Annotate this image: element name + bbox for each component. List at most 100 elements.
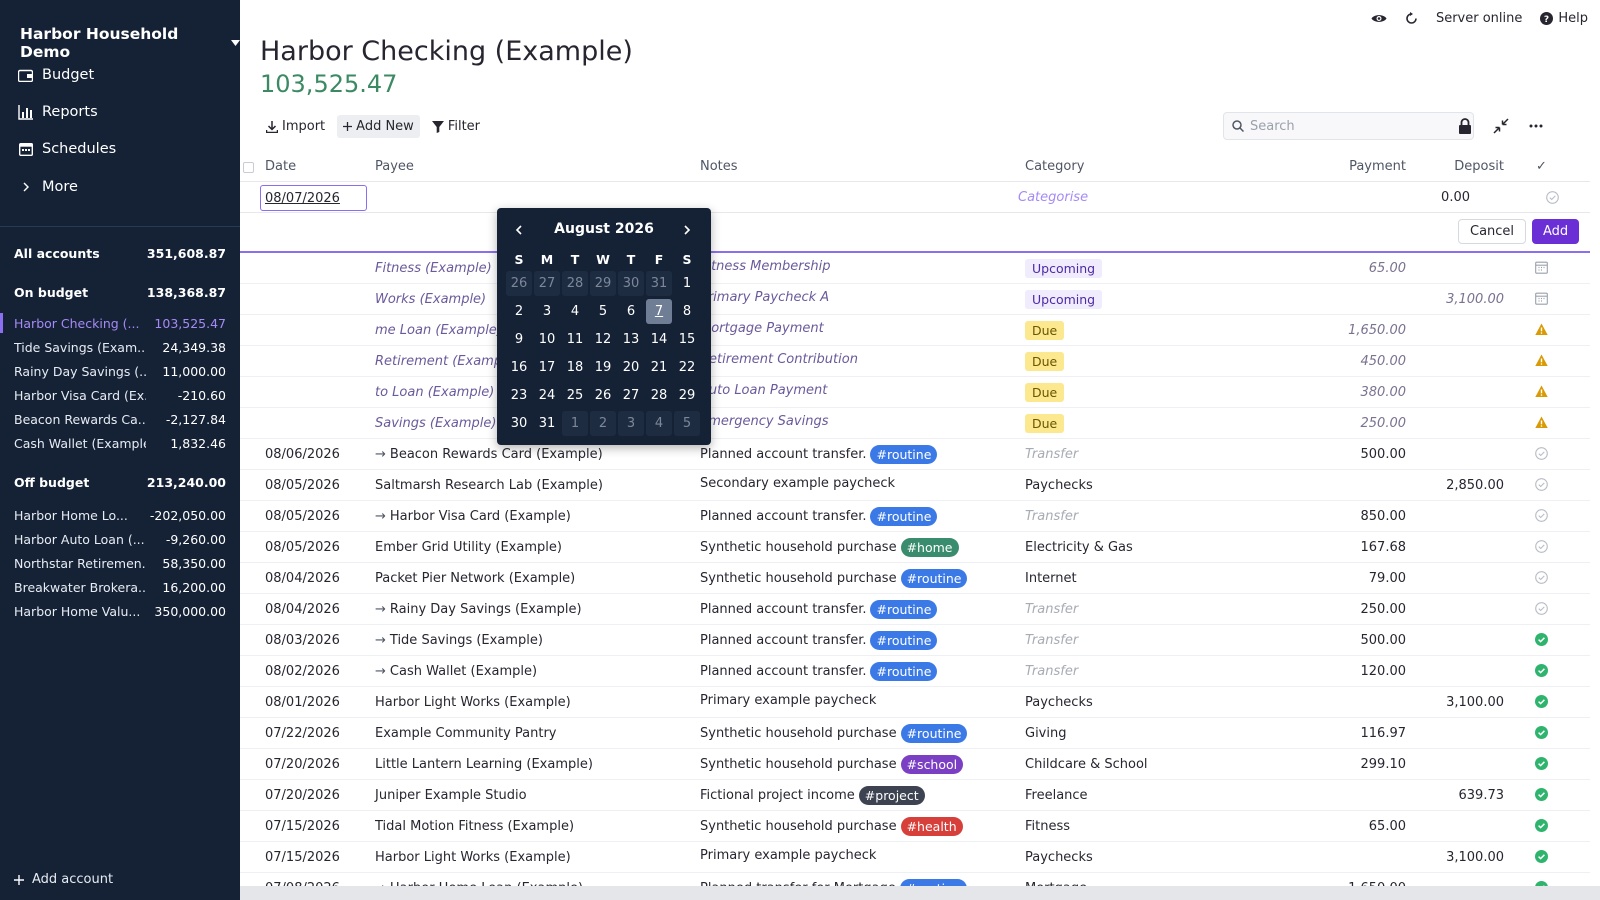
privacy-toggle[interactable]: [1371, 13, 1387, 24]
new-transaction-category[interactable]: Categorise: [1018, 190, 1088, 205]
calendar-day[interactable]: 26: [590, 383, 616, 408]
transaction-category[interactable]: Paychecks: [1025, 850, 1093, 865]
transaction-notes[interactable]: Mortgage Payment: [700, 321, 824, 336]
uncleared-icon[interactable]: [1535, 571, 1548, 584]
transaction-payee[interactable]: Harbor Light Works (Example): [375, 695, 571, 710]
transaction-payee[interactable]: Tidal Motion Fitness (Example): [375, 819, 574, 834]
table-row[interactable]: to Loan (Example) Auto Loan Payment Due 380…: [240, 377, 1590, 408]
transaction-category[interactable]: Internet: [1025, 571, 1077, 586]
calendar-icon[interactable]: [1535, 292, 1548, 305]
transaction-deposit[interactable]: 639.73: [1410, 788, 1505, 803]
transaction-date[interactable]: 07/15/2026: [265, 819, 340, 834]
filter-button[interactable]: Filter: [426, 115, 486, 138]
sidebar-account[interactable]: Harbor Visa Card (Ex... -210.60: [14, 385, 226, 405]
transaction-payee[interactable]: Harbor Light Works (Example): [375, 850, 571, 865]
calendar-day[interactable]: 25: [562, 383, 588, 408]
transaction-payee[interactable]: Savings (Example): [375, 416, 496, 431]
transaction-date[interactable]: 07/20/2026: [265, 788, 340, 803]
all-accounts[interactable]: All accounts 351,608.87: [14, 243, 226, 263]
transaction-notes[interactable]: Emergency Savings: [700, 414, 828, 429]
cleared-icon[interactable]: [1535, 788, 1548, 801]
calendar-day[interactable]: 23: [506, 383, 532, 408]
transaction-notes[interactable]: Synthetic household purchase #routine: [700, 724, 968, 743]
select-all-checkbox[interactable]: [243, 162, 254, 173]
sidebar-account[interactable]: Harbor Checking (... 103,525.47: [14, 313, 226, 333]
table-row[interactable]: Savings (Example) Emergency Savings Due 250…: [240, 408, 1590, 439]
account-title[interactable]: Harbor Checking (Example): [260, 36, 633, 67]
transaction-payee[interactable]: Juniper Example Studio: [375, 788, 527, 803]
search-box[interactable]: [1223, 112, 1474, 140]
transaction-payment[interactable]: 167.68: [1270, 540, 1407, 555]
transaction-payee[interactable]: → Rainy Day Savings (Example): [375, 602, 582, 617]
transaction-payee[interactable]: Example Community Pantry: [375, 726, 557, 741]
transaction-payee[interactable]: Packet Pier Network (Example): [375, 571, 575, 586]
transaction-payee[interactable]: → Cash Wallet (Example): [375, 664, 537, 679]
cleared-icon[interactable]: [1535, 819, 1548, 832]
transaction-notes[interactable]: Auto Loan Payment: [700, 383, 827, 398]
table-row[interactable]: 07/22/2026 Example Community Pantry Synthe…: [240, 718, 1590, 749]
help-button[interactable]: ? Help: [1540, 11, 1588, 26]
new-transaction-date-input[interactable]: [260, 185, 367, 211]
table-row[interactable]: 08/03/2026 → Tide Savings (Example) Planned…: [240, 625, 1590, 656]
calendar-day[interactable]: 26: [506, 271, 532, 296]
calendar-day[interactable]: 28: [562, 271, 588, 296]
uncleared-icon[interactable]: [1535, 478, 1548, 491]
transaction-payment[interactable]: 250.00: [1270, 602, 1407, 617]
transaction-notes[interactable]: Primary example paycheck: [700, 848, 876, 863]
table-row[interactable]: 07/15/2026 Tidal Motion Fitness (Example)…: [240, 811, 1590, 842]
note-tag[interactable]: #routine: [870, 600, 938, 619]
lock-icon[interactable]: [1458, 118, 1474, 134]
transaction-category[interactable]: Freelance: [1025, 788, 1088, 803]
transaction-notes[interactable]: Fictional project income #project: [700, 786, 925, 805]
transaction-payment[interactable]: 500.00: [1270, 633, 1407, 648]
calendar-day-selected[interactable]: 7: [646, 299, 672, 324]
on-budget-group[interactable]: On budget 138,368.87: [14, 282, 226, 302]
transaction-category[interactable]: Due: [1025, 414, 1065, 433]
note-tag[interactable]: #home: [900, 538, 959, 557]
sidebar-account[interactable]: Harbor Home Lo... -202,050.00: [14, 505, 226, 525]
off-budget-group[interactable]: Off budget 213,240.00: [14, 472, 226, 492]
transaction-date[interactable]: 08/05/2026: [265, 478, 340, 493]
transaction-date[interactable]: 08/02/2026: [265, 664, 340, 679]
table-row[interactable]: Works (Example) Primary Paycheck A Upcomin…: [240, 284, 1590, 315]
transaction-date[interactable]: 07/20/2026: [265, 757, 340, 772]
transaction-notes[interactable]: Synthetic household purchase #school: [700, 755, 964, 774]
search-input[interactable]: [1250, 118, 1450, 134]
calendar-day[interactable]: 5: [674, 411, 700, 436]
warning-icon[interactable]: [1535, 323, 1548, 336]
transaction-payee[interactable]: Fitness (Example): [375, 261, 492, 276]
calendar-day[interactable]: 21: [646, 355, 672, 380]
transaction-category[interactable]: Upcoming: [1025, 290, 1103, 309]
table-row[interactable]: 07/20/2026 Little Lantern Learning (Examp…: [240, 749, 1590, 780]
transaction-payment[interactable]: 79.00: [1270, 571, 1406, 586]
transaction-category[interactable]: Giving: [1025, 726, 1066, 741]
note-tag[interactable]: #school: [900, 755, 964, 774]
calendar-day[interactable]: 19: [590, 355, 616, 380]
transaction-payment[interactable]: 65.00: [1270, 819, 1406, 834]
import-button[interactable]: Import: [260, 115, 331, 138]
calendar-day[interactable]: 18: [562, 355, 588, 380]
calendar-day[interactable]: 2: [506, 299, 532, 324]
transaction-date[interactable]: 08/03/2026: [265, 633, 340, 648]
warning-icon[interactable]: [1535, 385, 1548, 398]
transaction-deposit[interactable]: 3,100.00: [1410, 695, 1504, 710]
add-button[interactable]: Add: [1532, 219, 1580, 244]
transaction-payment[interactable]: 116.97: [1270, 726, 1407, 741]
calendar-day[interactable]: 9: [506, 327, 532, 352]
transaction-notes[interactable]: Planned account transfer. #routine: [700, 631, 938, 650]
calendar-day[interactable]: 12: [590, 327, 616, 352]
transaction-category[interactable]: Fitness: [1025, 819, 1070, 834]
calendar-day[interactable]: 1: [674, 271, 700, 296]
table-row[interactable]: 07/15/2026 Harbor Light Works (Example) Pr…: [240, 842, 1590, 873]
calendar-day[interactable]: 24: [534, 383, 560, 408]
more-options-icon[interactable]: [1528, 118, 1544, 134]
transaction-payment[interactable]: 65.00: [1270, 261, 1406, 276]
transaction-category[interactable]: Transfer: [1025, 447, 1078, 462]
cleared-icon[interactable]: [1535, 664, 1548, 677]
add-account-button[interactable]: Add account: [14, 872, 113, 887]
transaction-notes[interactable]: Primary Paycheck A: [700, 290, 829, 305]
transaction-payee[interactable]: Ember Grid Utility (Example): [375, 540, 562, 555]
note-tag[interactable]: #project: [858, 786, 925, 805]
transaction-date[interactable]: 08/04/2026: [265, 602, 340, 617]
column-payment[interactable]: Payment: [1330, 159, 1406, 174]
